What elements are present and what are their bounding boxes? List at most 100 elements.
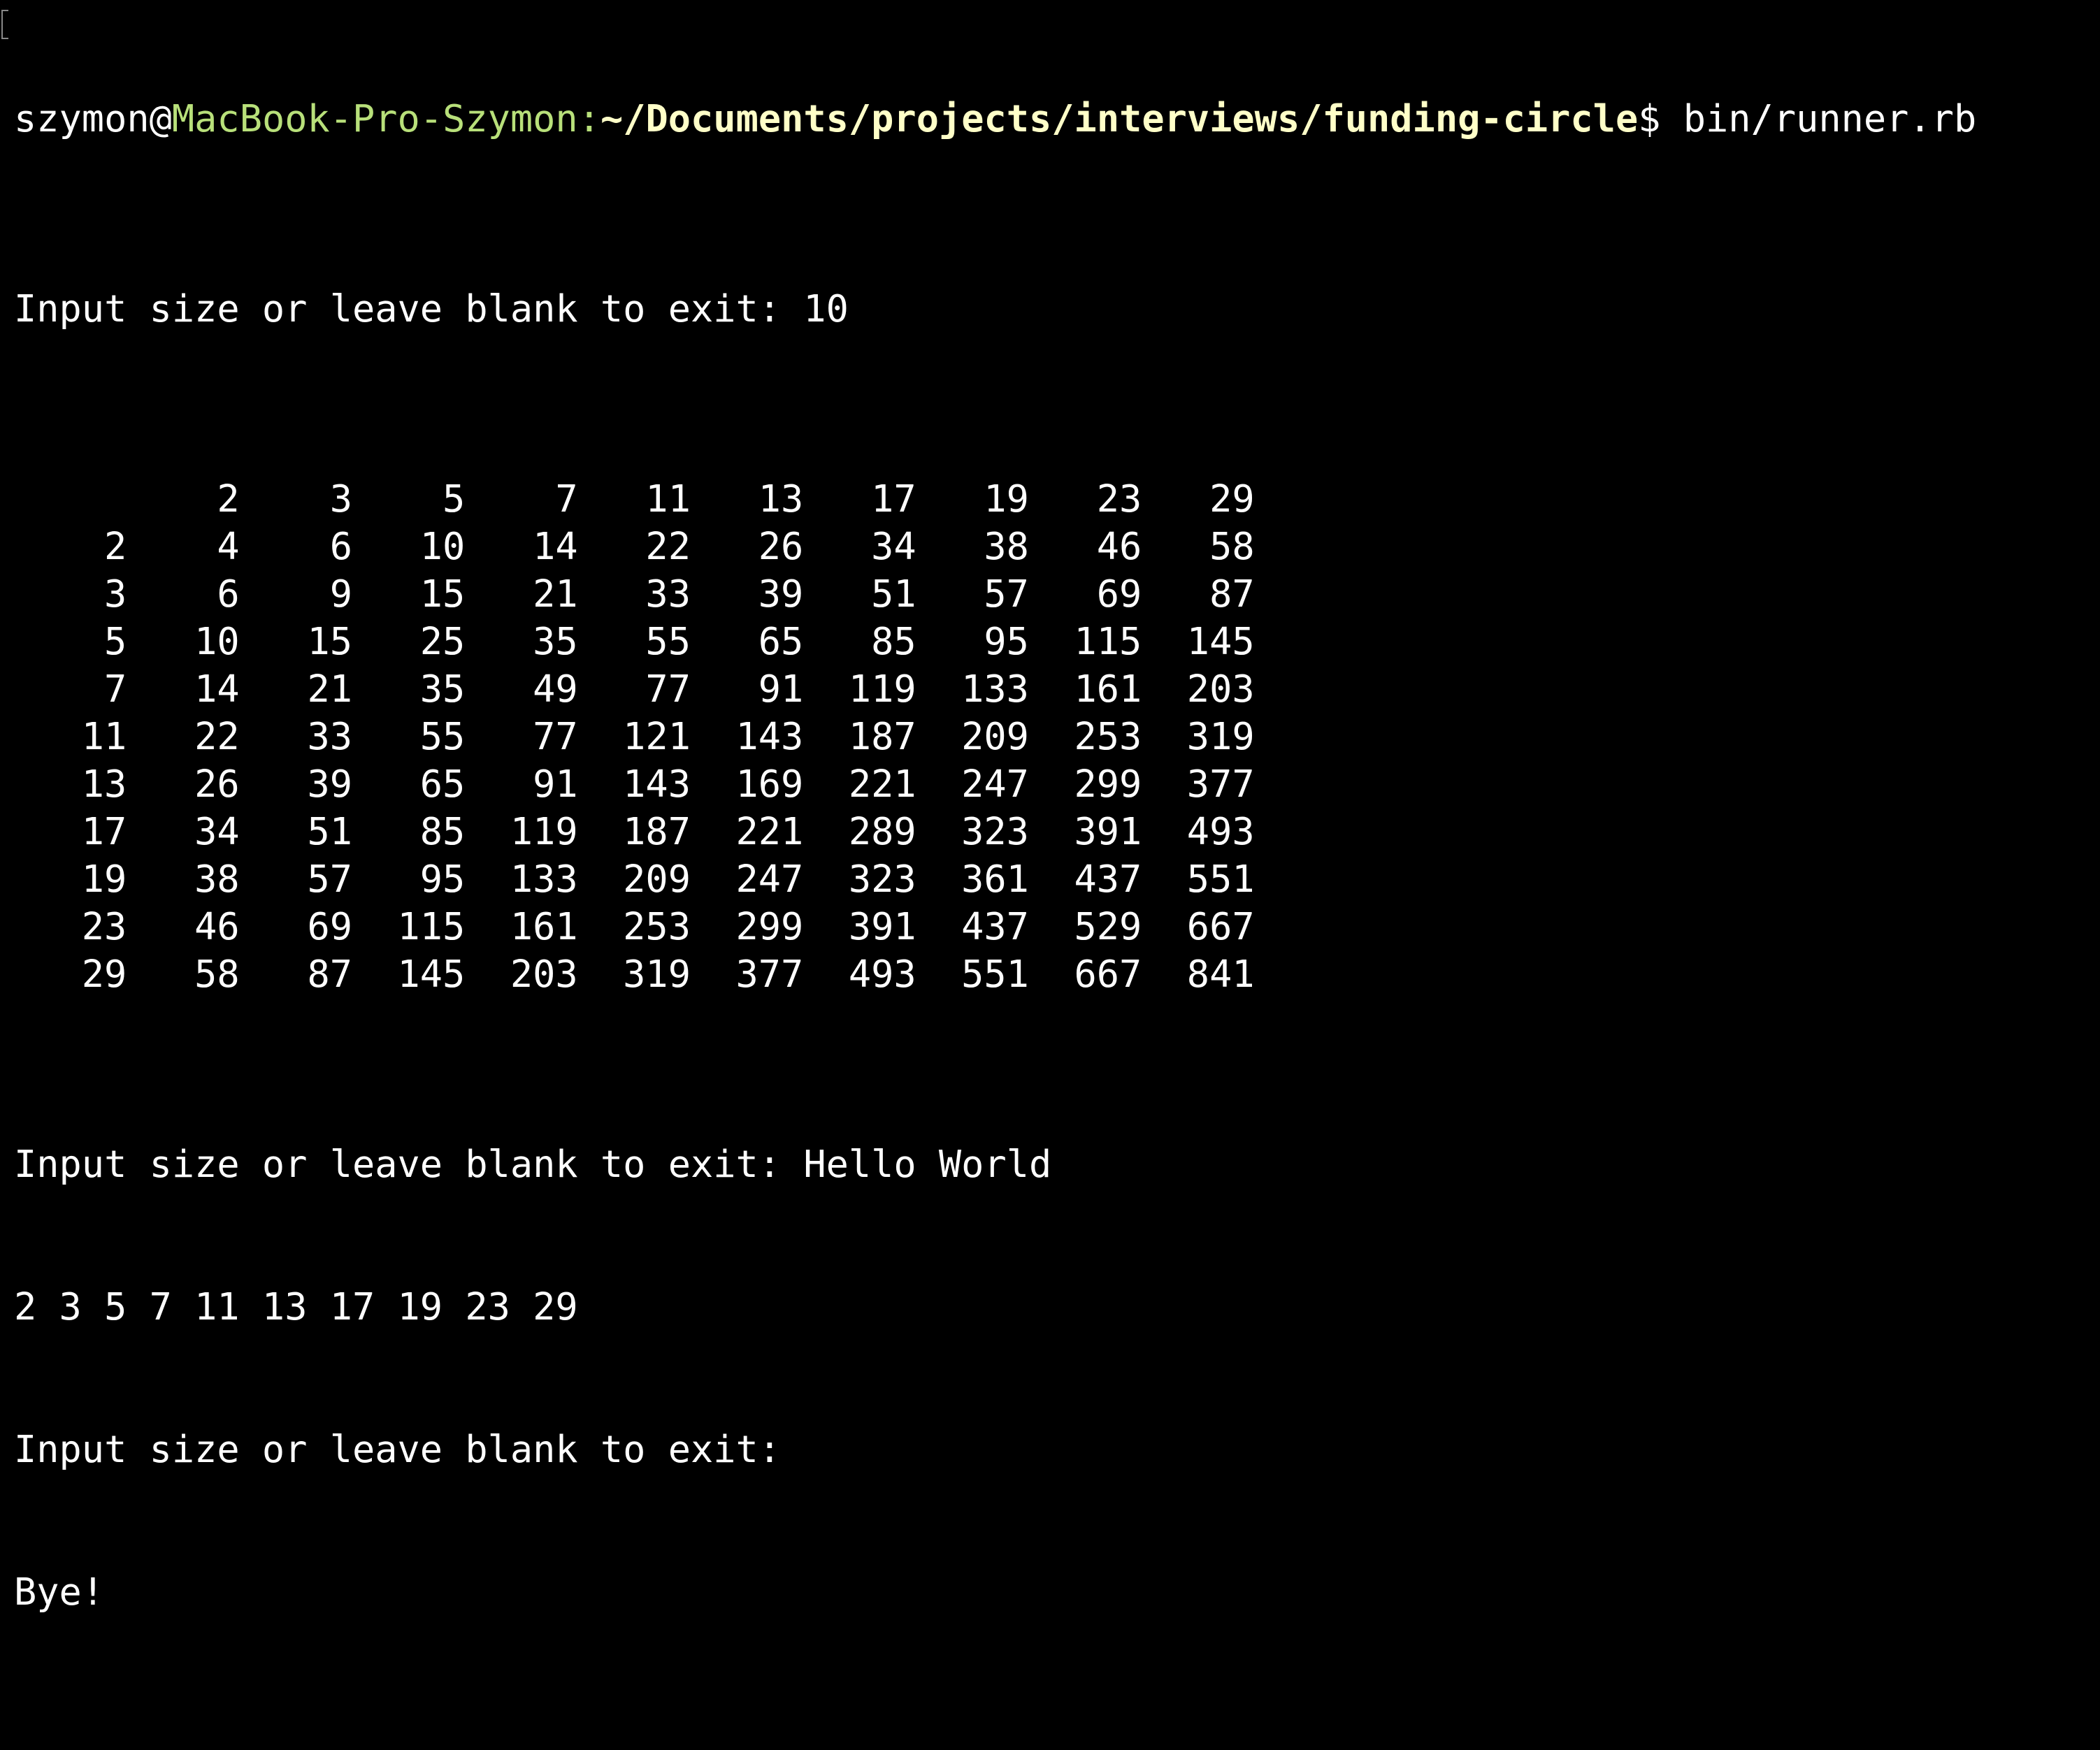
prompt-colon: :: [577, 96, 600, 140]
table-cell: 319: [1186, 714, 1255, 758]
table-cell: 493: [1186, 809, 1255, 853]
table-cell: 85: [419, 809, 466, 853]
table-cell: 69: [307, 904, 352, 948]
table-cell: 253: [623, 904, 691, 948]
table-cell: 529: [1074, 904, 1142, 948]
table-cell: 58: [194, 952, 240, 996]
multiplication-table: 2 3 5 7 11 13 17 19 23 29 2 4 6 10 14 22 26 34 38 46 58 3 6 9 15…: [14, 475, 2100, 998]
table-cell: 841: [1186, 952, 1255, 996]
table-cell: 34: [871, 524, 916, 568]
table-cell: 391: [848, 904, 916, 948]
table-cell: 667: [1186, 904, 1255, 948]
table-cell: 2: [217, 477, 240, 521]
table-cell: 35: [533, 619, 578, 663]
table-row: 2 4 6 10 14 22 26 34 38 46 58: [14, 523, 2100, 570]
table-row: 17 34 51 85 119 187 221 289 323 391 493: [14, 808, 2100, 855]
table-row-label: 17: [81, 809, 127, 853]
table-cell: 51: [871, 572, 916, 616]
table-cell: 221: [735, 809, 804, 853]
table-cell: 143: [623, 762, 691, 806]
primes-output-line: 2 3 5 7 11 13 17 19 23 29: [14, 1285, 578, 1329]
table-cell: 15: [419, 572, 466, 616]
table-row-label: 11: [81, 714, 127, 758]
table-cell: 437: [1074, 857, 1142, 901]
table-cell: 121: [623, 714, 691, 758]
table-cell: 247: [961, 762, 1029, 806]
table-cell: 38: [984, 524, 1029, 568]
table-cell: 22: [194, 714, 240, 758]
table-cell: 46: [194, 904, 240, 948]
table-cell: 33: [645, 572, 691, 616]
table-cell: 35: [419, 667, 466, 711]
table-cell: 437: [961, 904, 1029, 948]
table-cell: 7: [555, 477, 578, 521]
table-row: 19 38 57 95 133 209 247 323 361 437 551: [14, 855, 2100, 903]
table-cell: 4: [217, 524, 240, 568]
terminal-mark-bracket: [1, 10, 8, 39]
prompt-command: bin/runner.rb: [1660, 96, 1977, 140]
table-cell: 253: [1074, 714, 1142, 758]
table-cell: 55: [419, 714, 466, 758]
table-row-label: 7: [104, 667, 127, 711]
table-cell: 77: [645, 667, 691, 711]
table-cell: 203: [510, 952, 578, 996]
table-cell: 145: [397, 952, 466, 996]
prompt-path: ~/Documents/projects/interviews/funding-…: [600, 96, 1639, 140]
table-cell: 551: [1186, 857, 1255, 901]
table-row: 7 14 21 35 49 77 91 119 133 161 203: [14, 665, 2100, 713]
table-cell: 161: [1074, 667, 1142, 711]
table-cell: 19: [984, 477, 1029, 521]
table-row-label: 2: [104, 524, 127, 568]
table-cell: 58: [1209, 524, 1255, 568]
table-row-label: 3: [104, 572, 127, 616]
table-cell: 57: [984, 572, 1029, 616]
table-cell: 26: [758, 524, 804, 568]
table-row: 11 22 33 55 77 121 143 187 209 253 319: [14, 713, 2100, 760]
table-cell: 6: [329, 524, 352, 568]
shell-prompt-line: szymon@MacBook-Pro-Szymon:~/Documents/pr…: [14, 95, 2100, 143]
table-cell: 14: [533, 524, 578, 568]
table-cell: 187: [623, 809, 691, 853]
terminal-output[interactable]: szymon@MacBook-Pro-Szymon:~/Documents/pr…: [14, 0, 2100, 1614]
table-cell: 133: [510, 857, 578, 901]
prompt-dollar: $: [1638, 96, 1661, 140]
table-cell: 23: [1096, 477, 1142, 521]
table-cell: 323: [848, 857, 916, 901]
table-cell: 49: [533, 667, 578, 711]
table-cell: 209: [961, 714, 1029, 758]
table-cell: 119: [510, 809, 578, 853]
table-cell: 361: [961, 857, 1029, 901]
table-cell: 145: [1186, 619, 1255, 663]
table-cell: 39: [307, 762, 352, 806]
table-cell: 21: [307, 667, 352, 711]
table-cell: 21: [533, 572, 578, 616]
prompt-host: MacBook-Pro-Szymon: [171, 96, 578, 140]
table-cell: 57: [307, 857, 352, 901]
table-cell: 29: [1209, 477, 1255, 521]
table-cell: 299: [735, 904, 804, 948]
input-prompt-line: Input size or leave blank to exit: Hello…: [14, 1142, 1052, 1186]
table-cell: 39: [758, 572, 804, 616]
table-cell: 493: [848, 952, 916, 996]
table-cell: 77: [533, 714, 578, 758]
table-cell: 15: [307, 619, 352, 663]
table-cell: 115: [1074, 619, 1142, 663]
table-row-label: 23: [81, 904, 127, 948]
table-cell: 187: [848, 714, 916, 758]
table-cell: 34: [194, 809, 240, 853]
table-cell: 203: [1186, 667, 1255, 711]
table-cell: 17: [871, 477, 916, 521]
table-cell: 10: [419, 524, 466, 568]
table-cell: 65: [758, 619, 804, 663]
table-cell: 85: [871, 619, 916, 663]
table-row-label: 29: [81, 952, 127, 996]
table-cell: 5: [443, 477, 466, 521]
table-cell: 323: [961, 809, 1029, 853]
prompt-at: @: [149, 96, 172, 140]
table-cell: 247: [735, 857, 804, 901]
table-cell: 38: [194, 857, 240, 901]
table-cell: 6: [217, 572, 240, 616]
table-cell: 209: [623, 857, 691, 901]
table-cell: 87: [307, 952, 352, 996]
input-prompt-line: Input size or leave blank to exit: 10: [14, 287, 849, 331]
